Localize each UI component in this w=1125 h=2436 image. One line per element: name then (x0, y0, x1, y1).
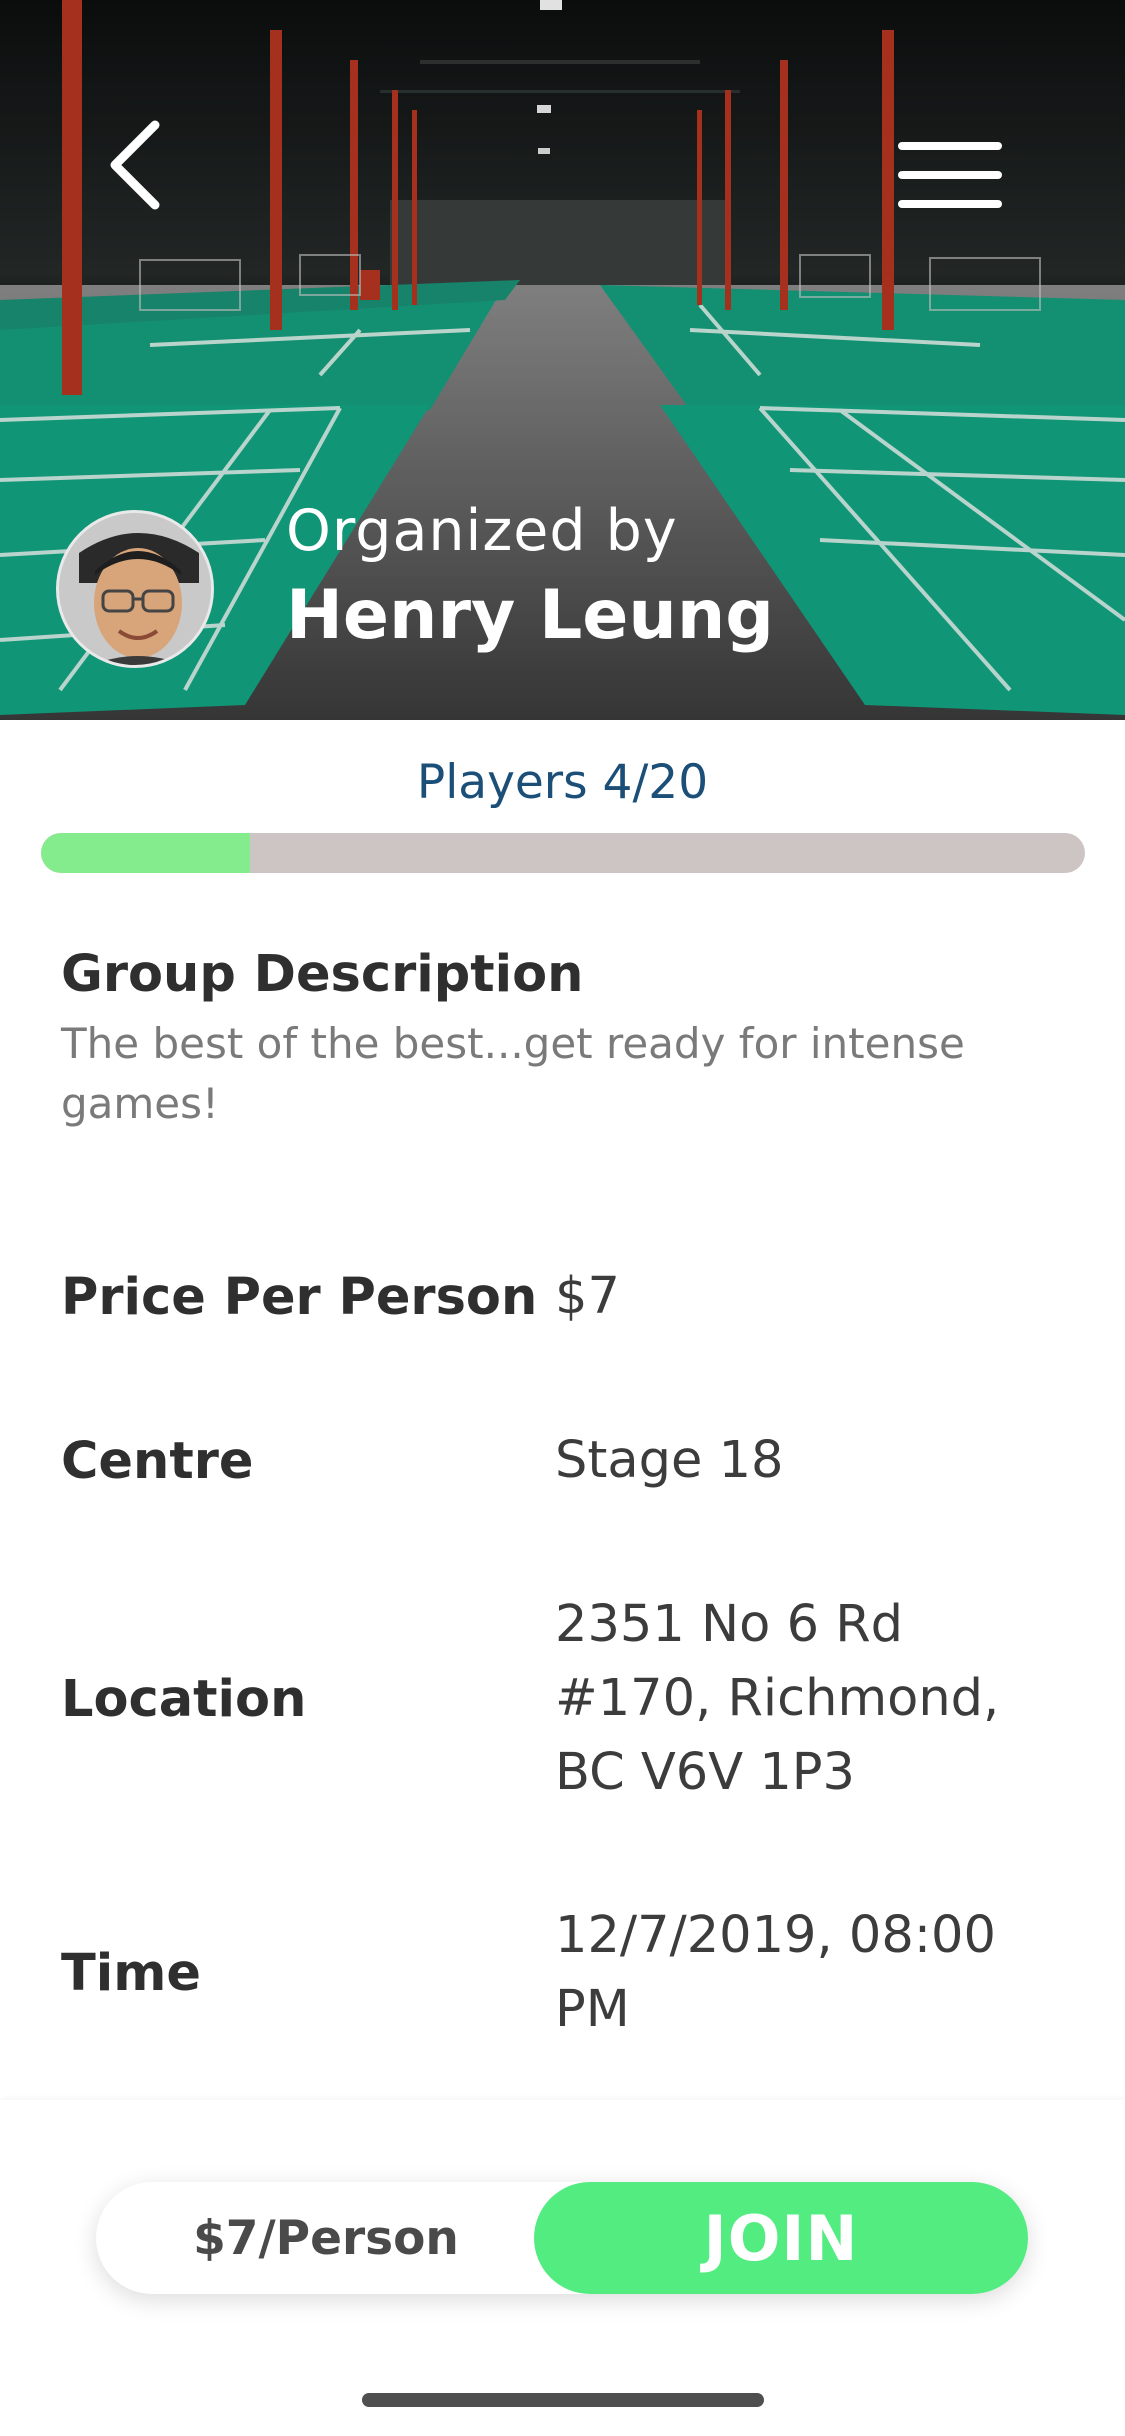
join-button[interactable]: JOIN (534, 2182, 1028, 2294)
hero-banner: Organized by Henry Leung (0, 0, 1125, 720)
location-value: 2351 No 6 Rd #170, Richmond, BC V6V 1P3 (555, 1595, 1000, 1802)
back-button[interactable] (90, 110, 180, 220)
centre-row: Centre Stage 18 (61, 1424, 1071, 1498)
group-description-text: The best of the best...get ready for int… (61, 1019, 965, 1128)
organizer-name: Henry Leung (286, 576, 774, 655)
price-per-person-value: $7 (555, 1267, 620, 1326)
home-indicator[interactable] (362, 2393, 764, 2407)
organizer-avatar (56, 510, 214, 668)
organized-by-label: Organized by (286, 498, 678, 564)
players-count-label: Players 4/20 (416, 755, 709, 810)
chevron-left-icon (110, 120, 160, 210)
hamburger-menu-icon (898, 142, 1002, 150)
time-label: Time (61, 1943, 202, 2003)
players-progress-bar (41, 833, 1085, 873)
players-progress-fill (41, 833, 250, 873)
centre-value: Stage 18 (555, 1431, 784, 1490)
time-value: 12/7/2019, 08:00 PM (555, 1906, 996, 2039)
hamburger-menu-button[interactable] (890, 130, 1010, 220)
price-per-person-summary: $7/Person (193, 2210, 459, 2266)
price-per-person-label: Price Per Person (61, 1267, 538, 1327)
price-per-person-row: Price Per Person $7 (61, 1260, 1071, 1334)
person-photo-icon (59, 513, 211, 665)
centre-label: Centre (61, 1431, 254, 1491)
location-row: Location 2351 No 6 Rd #170, Richmond, BC… (61, 1588, 1071, 1810)
location-label: Location (61, 1669, 307, 1729)
group-description-title: Group Description (61, 945, 584, 1004)
time-row: Time 12/7/2019, 08:00 PM (61, 1899, 1071, 2047)
